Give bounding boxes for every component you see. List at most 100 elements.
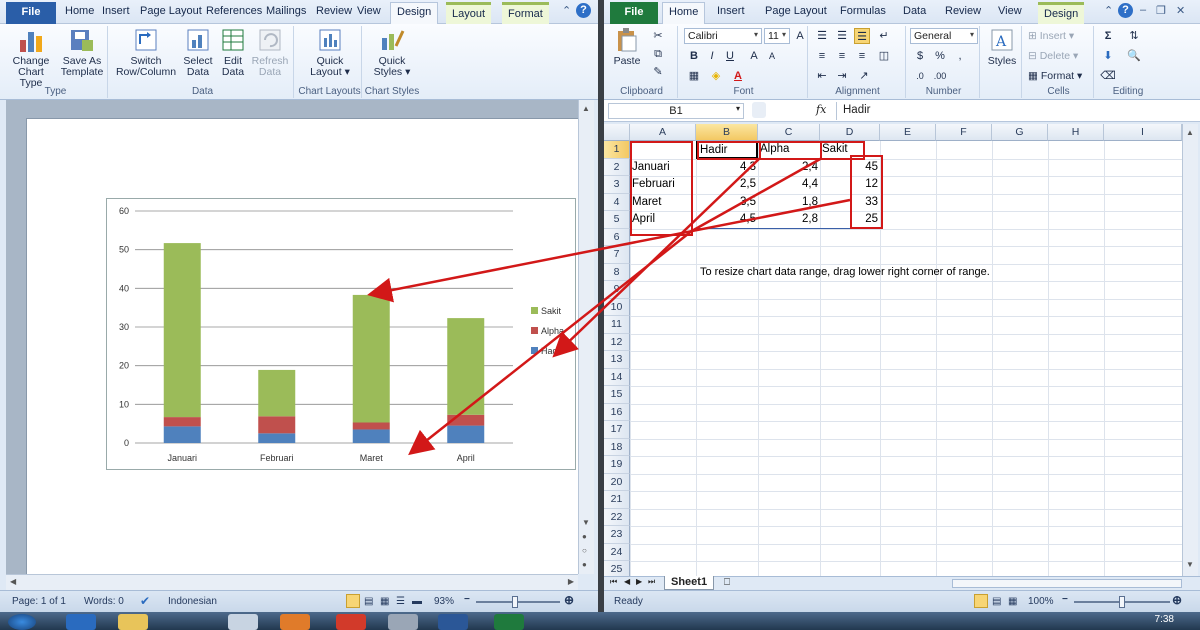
font-size-select[interactable]: 11 ▾ xyxy=(764,28,790,44)
full-screen-reading-icon[interactable]: ▤ xyxy=(364,596,373,607)
excel-tab-home[interactable]: Home xyxy=(662,2,706,25)
page-count[interactable]: Page: 1 of 1 xyxy=(12,596,66,607)
delete-cells-button[interactable]: ⊟ Delete ▾ xyxy=(1028,50,1078,62)
firefox-icon[interactable] xyxy=(280,614,310,630)
sheet-nav-last-icon[interactable]: ⏭ xyxy=(648,577,655,587)
select-browse-object-icon[interactable]: ○ xyxy=(582,546,587,555)
sheet-tab-sheet1[interactable]: Sheet1 xyxy=(664,576,715,590)
row-header-19[interactable]: 19 xyxy=(604,456,630,474)
word-tab-home[interactable]: Home xyxy=(65,5,94,17)
excel-tab-review[interactable]: Review xyxy=(945,5,981,17)
row-header-22[interactable]: 22 xyxy=(604,508,630,526)
align-middle-icon[interactable]: ☰ xyxy=(834,28,850,44)
word-horizontal-scrollbar[interactable]: ◀ ▶ xyxy=(6,574,578,590)
sort-filter-icon[interactable]: ⇅ xyxy=(1126,28,1142,44)
refresh-data-button[interactable]: Refresh Data xyxy=(250,26,290,78)
bold-icon[interactable]: B xyxy=(686,48,702,64)
row-header-21[interactable]: 21 xyxy=(604,491,630,509)
increase-decimal-icon[interactable]: .0 xyxy=(912,68,928,84)
language-indicator[interactable]: Indonesian xyxy=(168,596,217,607)
excel-window-close-icon[interactable]: ✕ xyxy=(1176,4,1185,17)
chrome-icon[interactable] xyxy=(336,614,366,630)
column-header-a[interactable]: A xyxy=(630,124,696,141)
excel-zoom-knob[interactable] xyxy=(1119,596,1125,608)
previous-page-icon[interactable]: ● xyxy=(582,532,587,541)
excel-zoom-level[interactable]: 100% xyxy=(1028,596,1054,607)
row-header-3[interactable]: 3 xyxy=(604,176,630,194)
name-box[interactable]: B1 xyxy=(608,103,744,119)
row-header-8[interactable]: 8 xyxy=(604,263,630,281)
change-chart-type-button[interactable]: Change Chart Type xyxy=(6,26,56,89)
number-format-select[interactable]: General ▾ xyxy=(910,28,978,44)
outline-icon[interactable]: ☰ xyxy=(396,596,405,607)
switch-row-column-button[interactable]: Switch Row/Column xyxy=(114,26,178,78)
name-box-dropdown-icon[interactable]: ▾ xyxy=(736,104,740,113)
font-name-select[interactable]: Calibri ▾ xyxy=(684,28,762,44)
excel-horizontal-scrollbar[interactable] xyxy=(952,579,1182,588)
excel-window-minimize-icon[interactable]: – xyxy=(1140,4,1146,16)
decrease-indent-icon[interactable]: ⇤ xyxy=(814,68,830,84)
font-color-icon[interactable]: A xyxy=(730,68,746,84)
decrease-decimal-icon[interactable]: .00 xyxy=(932,68,948,84)
quick-layout-button[interactable]: Quick Layout ▾ xyxy=(302,26,358,78)
excel-help-icon[interactable]: ? xyxy=(1118,3,1133,18)
select-data-button[interactable]: Select Data xyxy=(180,26,216,78)
row-header-12[interactable]: 12 xyxy=(604,333,630,351)
print-layout-icon[interactable] xyxy=(346,594,360,608)
format-cells-button[interactable]: ▦ Format ▾ xyxy=(1028,70,1082,82)
word-tab-format[interactable]: Format xyxy=(502,2,549,24)
word-tab-design[interactable]: Design xyxy=(390,2,439,25)
row-header-6[interactable]: 6 xyxy=(604,228,630,246)
row-header-24[interactable]: 24 xyxy=(604,543,630,561)
row-header-10[interactable]: 10 xyxy=(604,298,630,316)
word-tab-references[interactable]: References xyxy=(206,5,262,17)
align-top-icon[interactable]: ☰ xyxy=(814,28,830,44)
cell-c5[interactable]: 2,8 xyxy=(758,211,820,229)
sheet-nav-prev-icon[interactable]: ◀ xyxy=(624,577,630,586)
align-bottom-icon[interactable]: ☰ xyxy=(854,28,870,44)
excel-zoom-in-icon[interactable]: ⊕ xyxy=(1172,593,1182,607)
column-header-i[interactable]: I xyxy=(1104,124,1182,141)
percent-icon[interactable]: % xyxy=(932,48,948,64)
sheet-nav-first-icon[interactable]: ⏮ xyxy=(610,577,617,587)
paste-button[interactable]: Paste xyxy=(608,26,646,67)
currency-icon[interactable]: $ xyxy=(912,48,928,64)
scroll-down-icon[interactable]: ▼ xyxy=(582,518,590,527)
borders-icon[interactable]: ▦ xyxy=(686,68,702,84)
word-tab-mailings[interactable]: Mailings xyxy=(266,5,306,17)
scroll-right-icon[interactable]: ▶ xyxy=(568,577,574,586)
copy-icon[interactable]: ⧉ xyxy=(650,46,666,62)
web-layout-icon[interactable]: ▦ xyxy=(380,596,389,607)
proofing-icon[interactable]: ✔ xyxy=(140,594,150,608)
quick-styles-button[interactable]: Quick Styles ▾ xyxy=(366,26,418,78)
column-header-c[interactable]: C xyxy=(758,124,820,141)
row-header-20[interactable]: 20 xyxy=(604,473,630,491)
help-icon[interactable]: ? xyxy=(576,3,591,18)
row-header-14[interactable]: 14 xyxy=(604,368,630,386)
word-zoom-knob[interactable] xyxy=(512,596,518,608)
row-header-25[interactable]: 25 xyxy=(604,561,630,576)
row-header-2[interactable]: 2 xyxy=(604,158,630,176)
increase-font-icon[interactable]: A xyxy=(746,48,762,64)
clear-icon[interactable]: ⌫ xyxy=(1100,68,1116,84)
word-tab-page-layout[interactable]: Page Layout xyxy=(140,5,202,17)
excel-tab-design[interactable]: Design xyxy=(1038,2,1085,24)
internet-explorer-icon[interactable] xyxy=(66,614,96,630)
excel-vertical-scrollbar[interactable]: ▲ ▼ xyxy=(1182,124,1198,576)
excel-window-restore-icon[interactable]: ❐ xyxy=(1156,4,1166,17)
cell-b3[interactable]: 2,5 xyxy=(696,176,758,194)
word-tab-insert[interactable]: Insert xyxy=(102,5,130,17)
wrap-text-icon[interactable]: ↵ xyxy=(876,28,892,44)
excel-ribbon-minimize-icon[interactable]: ⌃ xyxy=(1104,4,1113,17)
sheet-nav-next-icon[interactable]: ▶ xyxy=(636,577,642,586)
excel-zoom-out-icon[interactable]: − xyxy=(1062,594,1068,605)
cell-c4[interactable]: 1,8 xyxy=(758,194,820,212)
italic-icon[interactable]: I xyxy=(704,48,720,64)
merge-center-icon[interactable]: ◫ xyxy=(876,48,892,64)
orientation-icon[interactable]: ↗ xyxy=(856,68,872,84)
excel-scroll-down-icon[interactable]: ▼ xyxy=(1186,560,1194,569)
underline-icon[interactable]: U xyxy=(722,48,738,64)
insert-cells-button[interactable]: ⊞ Insert ▾ xyxy=(1028,30,1074,42)
zoom-in-icon[interactable]: ⊕ xyxy=(564,593,574,607)
cell-b5[interactable]: 4,5 xyxy=(696,211,758,229)
